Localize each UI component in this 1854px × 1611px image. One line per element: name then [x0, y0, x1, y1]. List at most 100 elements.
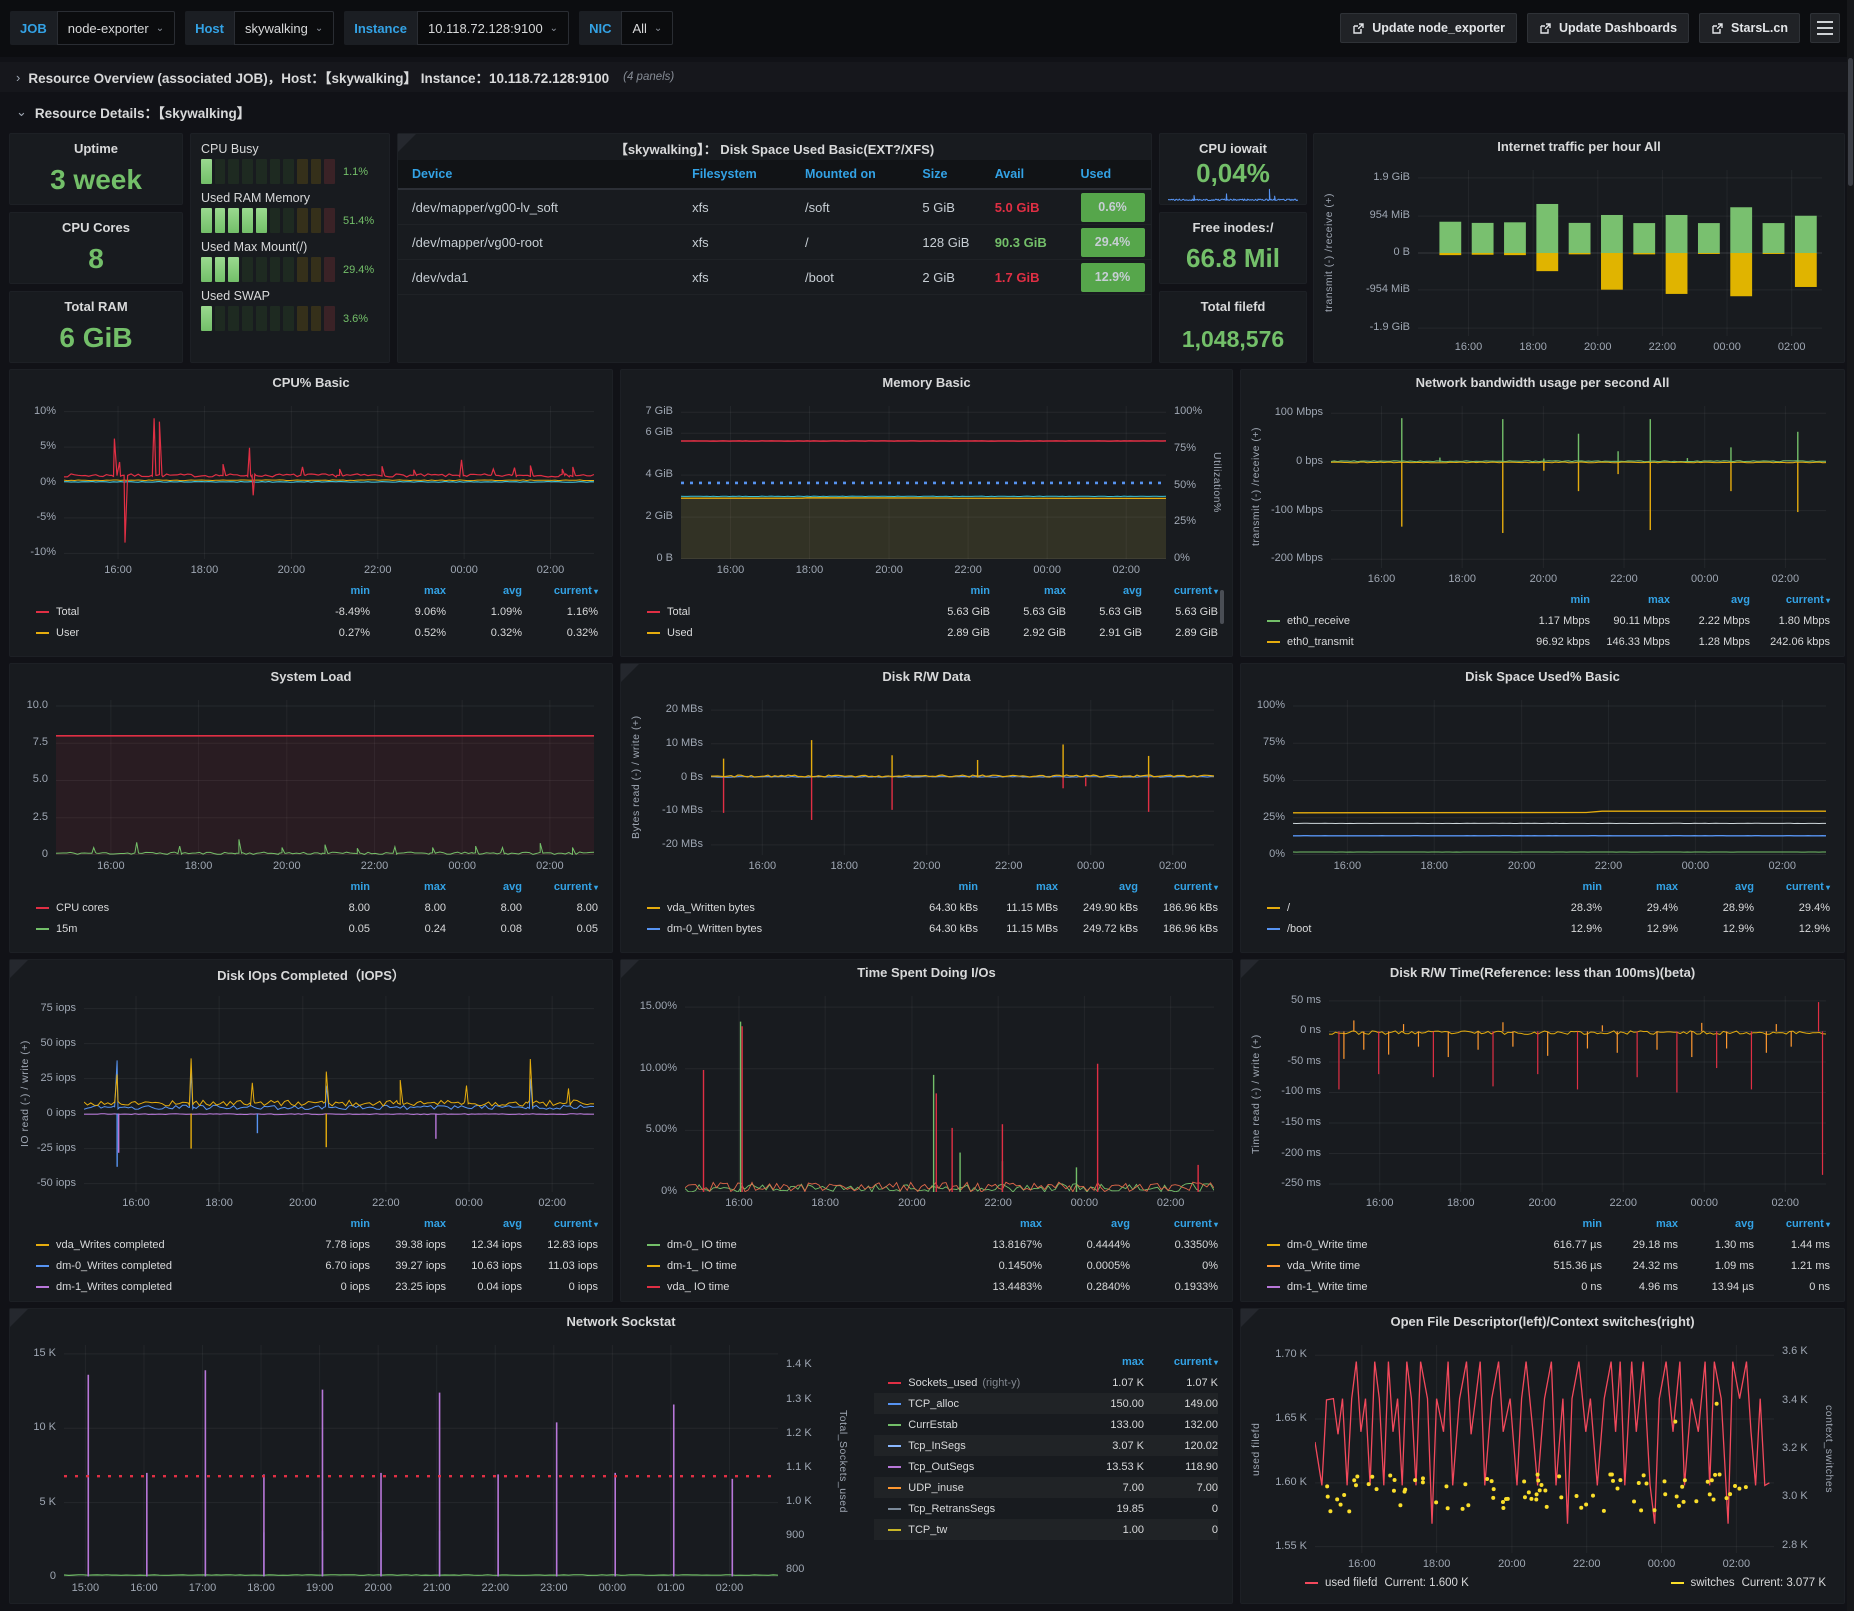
legend-item[interactable]: switches Current: 3.077 K	[1670, 1577, 1826, 1589]
legend-sort-max[interactable]: max	[1590, 594, 1670, 606]
legend-row[interactable]: dm-1_Writes completed 0 iops 23.25 iops 0.0…	[22, 1276, 598, 1297]
legend-row[interactable]: eth0_transmit 96.92 kbps 146.33 Mbps 1.28 M…	[1253, 631, 1830, 652]
column-header[interactable]: Used	[1081, 167, 1151, 181]
legend-row[interactable]: dm-0_ IO time 13.8167% 0.4444% 0.3350%	[633, 1234, 1218, 1255]
legend-sort-max[interactable]: max	[370, 881, 446, 893]
series-label[interactable]: dm-0_ IO time	[667, 1239, 737, 1251]
series-label[interactable]: CurrEstab	[908, 1419, 958, 1431]
legend-sort-min[interactable]: min	[898, 881, 978, 893]
legend-sort-min[interactable]: min	[1526, 1218, 1602, 1230]
series-label[interactable]: dm-0_Writes completed	[56, 1260, 172, 1272]
legend-row[interactable]: Sockets_used (right-y) 1.07 K 1.07 K	[874, 1372, 1218, 1393]
series-label[interactable]: Tcp_InSegs	[908, 1440, 965, 1452]
series-label[interactable]: dm-1_Writes completed	[56, 1281, 172, 1293]
series-label[interactable]: UDP_inuse	[908, 1482, 964, 1494]
series-label[interactable]: dm-1_Write time	[1287, 1281, 1367, 1293]
filter-value-dropdown[interactable]: 10.118.72.128:9100 ⌄	[416, 11, 570, 45]
legend-sort-current[interactable]: current ▾	[1144, 1356, 1218, 1368]
info-corner-icon[interactable]	[10, 960, 28, 978]
series-label[interactable]: Tcp_OutSegs	[908, 1461, 974, 1473]
filter-value-dropdown[interactable]: node-exporter ⌄	[56, 11, 176, 45]
legend-sort-current[interactable]: current ▾	[522, 881, 598, 893]
panel-title[interactable]: Disk IOps Completed（IOPS）	[34, 965, 588, 984]
legend-sort-min[interactable]: min	[1526, 881, 1602, 893]
panel-title[interactable]: Internet traffic per hour All	[1338, 139, 1820, 154]
legend-row[interactable]: UDP_inuse 7.00 7.00	[874, 1477, 1218, 1498]
legend-sort-avg[interactable]: avg	[446, 585, 522, 597]
legend-sort-min[interactable]: min	[1510, 594, 1590, 606]
series-label[interactable]: Total	[667, 606, 690, 618]
legend-sort-current[interactable]: current ▾	[522, 1218, 598, 1230]
legend-row[interactable]: Tcp_RetransSegs 19.85 0	[874, 1498, 1218, 1519]
scrollbar-thumb[interactable]	[1848, 58, 1853, 186]
legend-sort-avg[interactable]: avg	[1058, 881, 1138, 893]
info-corner-icon[interactable]	[621, 960, 639, 978]
panel-title[interactable]: CPU% Basic	[34, 375, 588, 390]
legend-row[interactable]: TCP_alloc 150.00 149.00	[874, 1393, 1218, 1414]
legend-sort-avg[interactable]: avg	[1066, 585, 1142, 597]
column-header[interactable]: Avail	[995, 167, 1081, 181]
series-label[interactable]: /	[1287, 902, 1290, 914]
row-resource-details[interactable]: ⌄ Resource Details：【skywalking】	[0, 97, 1854, 127]
series-label[interactable]: Total	[56, 606, 79, 618]
column-header[interactable]: Mounted on	[805, 167, 922, 181]
info-corner-icon[interactable]	[1241, 960, 1259, 978]
legend-sort-avg[interactable]: avg	[1678, 1218, 1754, 1230]
legend-sort-current[interactable]: current ▾	[1130, 1218, 1218, 1230]
panel-title[interactable]: Disk Space Used% Basic	[1265, 669, 1820, 684]
panel-title[interactable]: Open File Descriptor(left)/Context switc…	[1265, 1314, 1820, 1329]
legend-sort-max[interactable]: max	[370, 585, 446, 597]
panel-title[interactable]: Memory Basic	[645, 375, 1208, 390]
legend-row[interactable]: Used 2.89 GiB 2.92 GiB 2.91 GiB 2.89 GiB	[633, 622, 1218, 643]
series-label[interactable]: TCP_tw	[908, 1524, 947, 1536]
legend-row[interactable]: dm-1_ IO time 0.1450% 0.0005% 0%	[633, 1255, 1218, 1276]
legend-sort-min[interactable]: min	[294, 585, 370, 597]
legend-sort-max[interactable]: max	[370, 1218, 446, 1230]
series-label[interactable]: dm-1_ IO time	[667, 1260, 737, 1272]
series-label[interactable]: /boot	[1287, 923, 1311, 935]
column-header[interactable]: Filesystem	[692, 167, 805, 181]
legend-row[interactable]: Total -8.49% 9.06% 1.09% 1.16%	[22, 601, 598, 622]
series-label[interactable]: eth0_receive	[1287, 615, 1350, 627]
legend-row[interactable]: TCP_tw 1.00 0	[874, 1519, 1218, 1540]
legend-sort-avg[interactable]: avg	[1678, 881, 1754, 893]
series-label[interactable]: CPU cores	[56, 902, 109, 914]
update-dashboards-button[interactable]: Update Dashboards	[1526, 13, 1690, 43]
series-label[interactable]: vda_Written bytes	[667, 902, 755, 914]
legend-sort-max[interactable]: max	[990, 585, 1066, 597]
legend-row[interactable]: / 28.3% 29.4% 28.9% 29.4%	[1253, 897, 1830, 918]
legend-row[interactable]: CPU cores 8.00 8.00 8.00 8.00	[22, 897, 598, 918]
legend-scrollbar[interactable]	[1220, 590, 1224, 624]
panel-title[interactable]: 【skywalking】： Disk Space Used Basic(EXT?…	[422, 139, 1127, 158]
panel-title[interactable]: Disk R/W Data	[645, 669, 1208, 684]
info-corner-icon[interactable]	[621, 664, 639, 682]
column-header[interactable]: Device	[398, 167, 692, 181]
legend-row[interactable]: vda_ IO time 13.4483% 0.2840% 0.1933%	[633, 1276, 1218, 1297]
series-label[interactable]: vda_Writes completed	[56, 1239, 165, 1251]
page-scrollbar[interactable]	[1847, 0, 1854, 1611]
column-header[interactable]: Size	[922, 167, 994, 181]
legend-sort-min[interactable]: min	[294, 1218, 370, 1230]
legend-row[interactable]: vda_Write time 515.36 µs 24.32 ms 1.09 ms 1.…	[1253, 1255, 1830, 1276]
legend-sort-max[interactable]: max	[1070, 1356, 1144, 1368]
series-label[interactable]: dm-0_Written bytes	[667, 923, 762, 935]
panel-title[interactable]: Network Sockstat	[34, 1314, 1208, 1329]
series-label[interactable]: Tcp_RetransSegs	[908, 1503, 995, 1515]
starsl-cn-button[interactable]: StarsL.cn	[1699, 13, 1800, 43]
legend-sort-avg[interactable]: avg	[1042, 1218, 1130, 1230]
legend-row[interactable]: Total 5.63 GiB 5.63 GiB 5.63 GiB 5.63 GiB	[633, 601, 1218, 622]
legend-sort-avg[interactable]: avg	[446, 1218, 522, 1230]
legend-row[interactable]: Tcp_OutSegs 13.53 K 118.90	[874, 1456, 1218, 1477]
legend-row[interactable]: 15m 0.05 0.24 0.08 0.05	[22, 918, 598, 939]
update-node-exporter-button[interactable]: Update node_exporter	[1340, 13, 1517, 43]
legend-row[interactable]: dm-0_Write time 616.77 µs 29.18 ms 1.30 ms 1…	[1253, 1234, 1830, 1255]
legend-item[interactable]: used filefd Current: 1.600 K	[1305, 1577, 1469, 1589]
legend-sort-current[interactable]: current ▾	[1138, 881, 1218, 893]
legend-row[interactable]: vda_Writes completed 7.78 iops 39.38 iops 1…	[22, 1234, 598, 1255]
legend-sort-max[interactable]: max	[1602, 881, 1678, 893]
legend-sort-avg[interactable]: avg	[446, 881, 522, 893]
legend-row[interactable]: /boot 12.9% 12.9% 12.9% 12.9%	[1253, 918, 1830, 939]
series-label[interactable]: Used	[667, 627, 693, 639]
series-label[interactable]: TCP_alloc	[908, 1398, 959, 1410]
legend-sort-max[interactable]: max	[954, 1218, 1042, 1230]
